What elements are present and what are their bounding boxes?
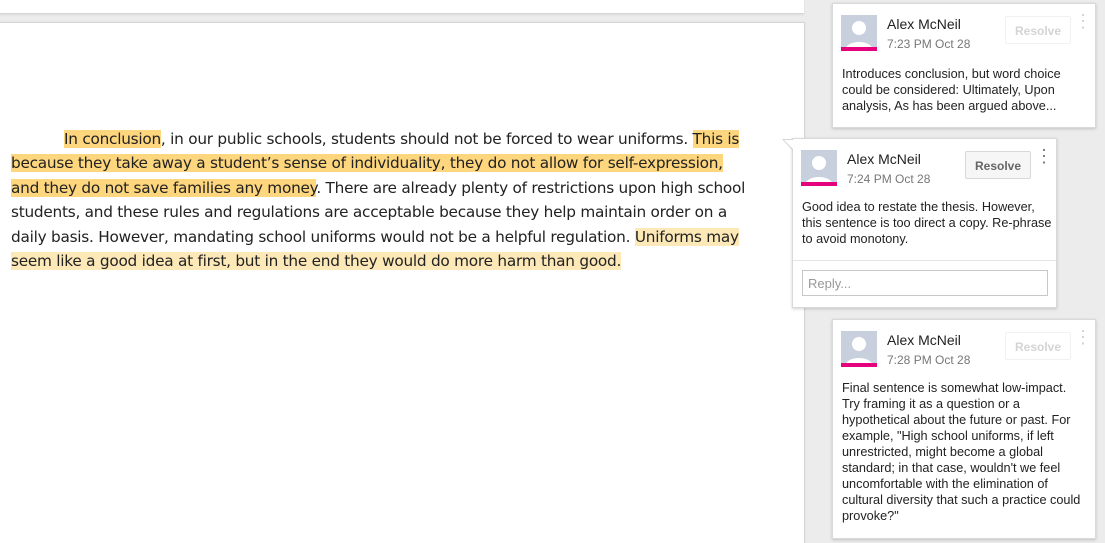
comment-pointer-fill [784,140,794,150]
more-vertical-icon[interactable]: ⋮ [1074,328,1092,352]
avatar-accent-bar [841,47,877,51]
comment-body: Final sentence is somewhat low-impact. T… [842,381,1081,523]
comment-card-3[interactable]: Alex McNeil 7:28 PM Oct 28 Resolve ⋮ Fin… [832,319,1096,539]
reply-input[interactable] [802,270,1048,296]
comment-body: Good idea to restate the thesis. However… [802,200,1052,246]
more-vertical-icon[interactable]: ⋮ [1074,12,1092,36]
avatar-accent-bar [801,182,837,186]
highlight-comment-1[interactable]: In conclusion [64,130,161,148]
conclusion-paragraph[interactable]: In conclusion, in our public schools, st… [11,127,746,273]
plain-text: , in our public schools, students should… [160,130,693,148]
document-page[interactable]: In conclusion, in our public schools, st… [0,22,805,543]
resolve-button[interactable]: Resolve [1005,332,1072,360]
resolve-button[interactable]: Resolve [1005,16,1072,44]
comment-timestamp: 7:23 PM Oct 28 [887,37,971,51]
comment-card-1[interactable]: Alex McNeil 7:23 PM Oct 28 Resolve ⋮ Int… [832,3,1096,128]
default-user-avatar-icon [841,331,877,367]
more-vertical-icon[interactable]: ⋮ [1035,147,1053,171]
default-user-avatar-icon [841,15,877,51]
default-user-avatar-icon [801,150,837,186]
previous-page-edge [0,0,804,14]
comment-timestamp: 7:28 PM Oct 28 [887,353,971,367]
comment-timestamp: 7:24 PM Oct 28 [847,172,931,186]
document-body[interactable]: In conclusion, in our public schools, st… [11,127,746,273]
comment-author: Alex McNeil [847,151,921,167]
comment-card-2-active[interactable]: Alex McNeil 7:24 PM Oct 28 Resolve ⋮ Goo… [782,138,1057,308]
resolve-button[interactable]: Resolve [965,151,1032,179]
comment-author: Alex McNeil [887,332,961,348]
comment-author: Alex McNeil [887,16,961,32]
reply-area [793,260,1056,307]
comment-body: Introduces conclusion, but word choice c… [842,67,1061,113]
avatar-accent-bar [841,363,877,367]
